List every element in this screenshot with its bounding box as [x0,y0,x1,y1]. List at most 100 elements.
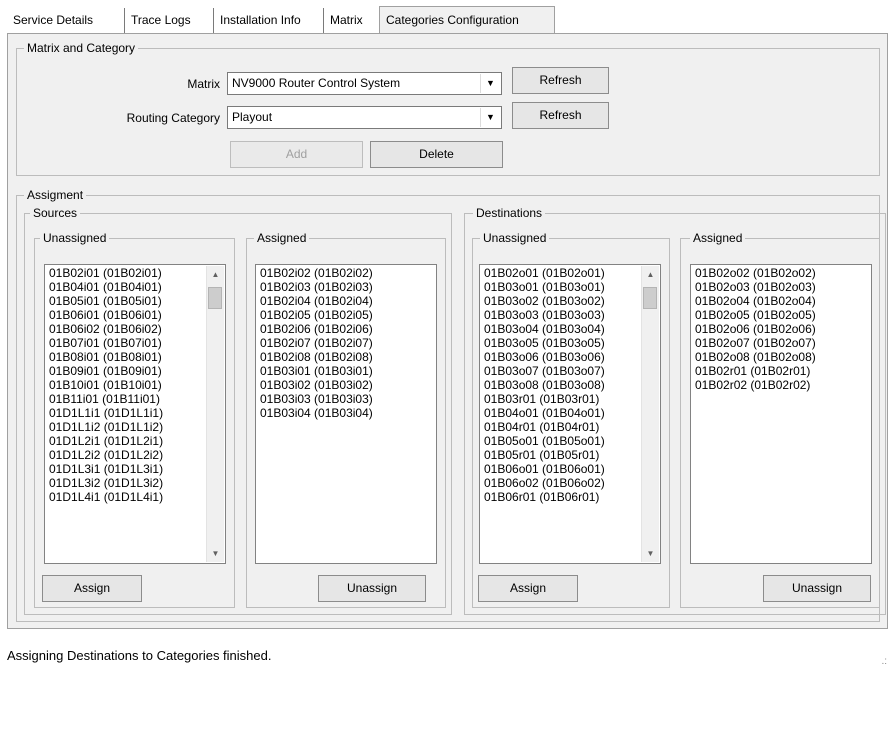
sources-unassign-button[interactable]: Unassign [318,575,426,602]
source-assigned-item[interactable]: 01B02i06 (01B02i06) [260,322,436,336]
tab-service-details[interactable]: Service Details [7,8,125,34]
source-unassigned-item[interactable]: 01D1L3i1 (01D1L3i1) [49,462,225,476]
matrix-select[interactable]: NV9000 Router Control System ▼ [227,72,502,95]
sources-assign-button[interactable]: Assign [42,575,142,602]
source-assigned-item[interactable]: 01B02i08 (01B02i08) [260,350,436,364]
destination-unassigned-item[interactable]: 01B02o01 (01B02o01) [484,266,660,280]
routing-category-select[interactable]: Playout ▼ [227,106,502,129]
destination-unassigned-item[interactable]: 01B03o05 (01B03o05) [484,336,660,350]
tab-categories-configuration[interactable]: Categories Configuration [379,6,555,35]
destination-unassigned-item[interactable]: 01B03o02 (01B03o02) [484,294,660,308]
source-assigned-item[interactable]: 01B03i02 (01B03i02) [260,378,436,392]
source-unassigned-item[interactable]: 01B08i01 (01B08i01) [49,350,225,364]
destination-unassigned-item[interactable]: 01B03o03 (01B03o03) [484,308,660,322]
destination-assigned-item[interactable]: 01B02o05 (01B02o05) [695,308,871,322]
chevron-down-icon[interactable]: ▼ [480,108,500,127]
resize-grip[interactable]: .: [881,656,887,667]
routing-category-value: Playout [232,110,273,124]
destination-unassigned-item[interactable]: 01B03o04 (01B03o04) [484,322,660,336]
destinations-unassign-button[interactable]: Unassign [763,575,871,602]
destinations-assigned-list[interactable]: 01B02o02 (01B02o02) 01B02o03 (01B02o03) 01… [690,264,872,564]
source-unassigned-item[interactable]: 01D1L4i1 (01D1L4i1) [49,490,225,504]
sources-group-title: Sources [30,206,81,220]
source-unassigned-item[interactable]: 01B06i02 (01B06i02) [49,322,225,336]
source-assigned-item[interactable]: 01B02i03 (01B02i03) [260,280,436,294]
source-assigned-item[interactable]: 01B03i04 (01B03i04) [260,406,436,420]
add-button[interactable]: Add [230,141,363,168]
destination-unassigned-item[interactable]: 01B06r01 (01B06r01) [484,490,660,504]
destinations-assigned-items: 01B02o02 (01B02o02) 01B02o03 (01B02o03) 01… [695,266,871,392]
delete-button[interactable]: Delete [370,141,503,168]
source-assigned-item[interactable]: 01B02i05 (01B02i05) [260,308,436,322]
routing-category-label: Routing Category [126,111,220,125]
destination-unassigned-item[interactable]: 01B03o01 (01B03o01) [484,280,660,294]
sources-assigned-list[interactable]: 01B02i02 (01B02i02) 01B02i03 (01B02i03) 01… [255,264,437,564]
destination-assigned-item[interactable]: 01B02o02 (01B02o02) [695,266,871,280]
destinations-group-title: Destinations [473,206,546,220]
scroll-up-icon[interactable]: ▲ [207,266,224,283]
source-unassigned-item[interactable]: 01B07i01 (01B07i01) [49,336,225,350]
tab-matrix[interactable]: Matrix [324,8,379,34]
scrollbar-thumb[interactable] [208,287,222,309]
destination-assigned-item[interactable]: 01B02o08 (01B02o08) [695,350,871,364]
source-unassigned-item[interactable]: 01D1L2i2 (01D1L2i2) [49,448,225,462]
destination-unassigned-item[interactable]: 01B04r01 (01B04r01) [484,420,660,434]
scrollbar[interactable]: ▲ ▼ [206,266,224,562]
scroll-down-icon[interactable]: ▼ [207,545,224,562]
source-unassigned-item[interactable]: 01B09i01 (01B09i01) [49,364,225,378]
destination-unassigned-item[interactable]: 01B03r01 (01B03r01) [484,392,660,406]
scrollbar-thumb[interactable] [643,287,657,309]
source-unassigned-item[interactable]: 01B05i01 (01B05i01) [49,294,225,308]
source-assigned-item[interactable]: 01B02i04 (01B02i04) [260,294,436,308]
destination-unassigned-item[interactable]: 01B06o02 (01B06o02) [484,476,660,490]
sources-unassigned-title: Unassigned [40,231,110,245]
sources-unassigned-list[interactable]: 01B02i01 (01B02i01) 01B04i01 (01B04i01) 01… [44,264,226,564]
destinations-unassigned-title: Unassigned [480,231,550,245]
category-refresh-button[interactable]: Refresh [512,102,609,129]
source-unassigned-item[interactable]: 01B02i01 (01B02i01) [49,266,225,280]
status-text: Assigning Destinations to Categories fin… [7,648,272,663]
source-unassigned-item[interactable]: 01D1L1i2 (01D1L1i2) [49,420,225,434]
destinations-assign-button[interactable]: Assign [478,575,578,602]
destination-unassigned-item[interactable]: 01B05r01 (01B05r01) [484,448,660,462]
destination-unassigned-item[interactable]: 01B06o01 (01B06o01) [484,462,660,476]
source-assigned-item[interactable]: 01B03i03 (01B03i03) [260,392,436,406]
source-unassigned-item[interactable]: 01B04i01 (01B04i01) [49,280,225,294]
source-unassigned-item[interactable]: 01B06i01 (01B06i01) [49,308,225,322]
sources-assigned-items: 01B02i02 (01B02i02) 01B02i03 (01B02i03) 01… [260,266,436,420]
source-assigned-item[interactable]: 01B03i01 (01B03i01) [260,364,436,378]
sources-unassigned-items: 01B02i01 (01B02i01) 01B04i01 (01B04i01) 01… [49,266,225,504]
destination-unassigned-item[interactable]: 01B03o06 (01B03o06) [484,350,660,364]
tab-installation-info[interactable]: Installation Info [214,8,324,34]
destination-assigned-item[interactable]: 01B02r02 (01B02r02) [695,378,871,392]
matrix-select-value: NV9000 Router Control System [232,76,401,90]
matrix-refresh-button[interactable]: Refresh [512,67,609,94]
source-assigned-item[interactable]: 01B02i02 (01B02i02) [260,266,436,280]
destinations-assigned-title: Assigned [690,231,746,245]
source-unassigned-item[interactable]: 01D1L2i1 (01D1L2i1) [49,434,225,448]
destinations-unassigned-items: 01B02o01 (01B02o01) 01B03o01 (01B03o01) 01… [484,266,660,504]
source-unassigned-item[interactable]: 01B10i01 (01B10i01) [49,378,225,392]
chevron-down-icon[interactable]: ▼ [480,74,500,93]
destination-assigned-item[interactable]: 01B02o06 (01B02o06) [695,322,871,336]
tab-trace-logs[interactable]: Trace Logs [125,8,214,34]
source-unassigned-item[interactable]: 01B11i01 (01B11i01) [49,392,225,406]
scrollbar[interactable]: ▲ ▼ [641,266,659,562]
destination-assigned-item[interactable]: 01B02o07 (01B02o07) [695,336,871,350]
matrix-label: Matrix [187,77,220,91]
sources-assigned-title: Assigned [254,231,310,245]
matrix-category-group-title: Matrix and Category [24,41,139,55]
destination-unassigned-item[interactable]: 01B03o08 (01B03o08) [484,378,660,392]
destination-unassigned-item[interactable]: 01B03o07 (01B03o07) [484,364,660,378]
destination-assigned-item[interactable]: 01B02o03 (01B02o03) [695,280,871,294]
source-unassigned-item[interactable]: 01D1L3i2 (01D1L3i2) [49,476,225,490]
source-unassigned-item[interactable]: 01D1L1i1 (01D1L1i1) [49,406,225,420]
destination-assigned-item[interactable]: 01B02o04 (01B02o04) [695,294,871,308]
scroll-down-icon[interactable]: ▼ [642,545,659,562]
scroll-up-icon[interactable]: ▲ [642,266,659,283]
destinations-unassigned-list[interactable]: 01B02o01 (01B02o01) 01B03o01 (01B03o01) 01… [479,264,661,564]
destination-unassigned-item[interactable]: 01B04o01 (01B04o01) [484,406,660,420]
source-assigned-item[interactable]: 01B02i07 (01B02i07) [260,336,436,350]
destination-assigned-item[interactable]: 01B02r01 (01B02r01) [695,364,871,378]
destination-unassigned-item[interactable]: 01B05o01 (01B05o01) [484,434,660,448]
